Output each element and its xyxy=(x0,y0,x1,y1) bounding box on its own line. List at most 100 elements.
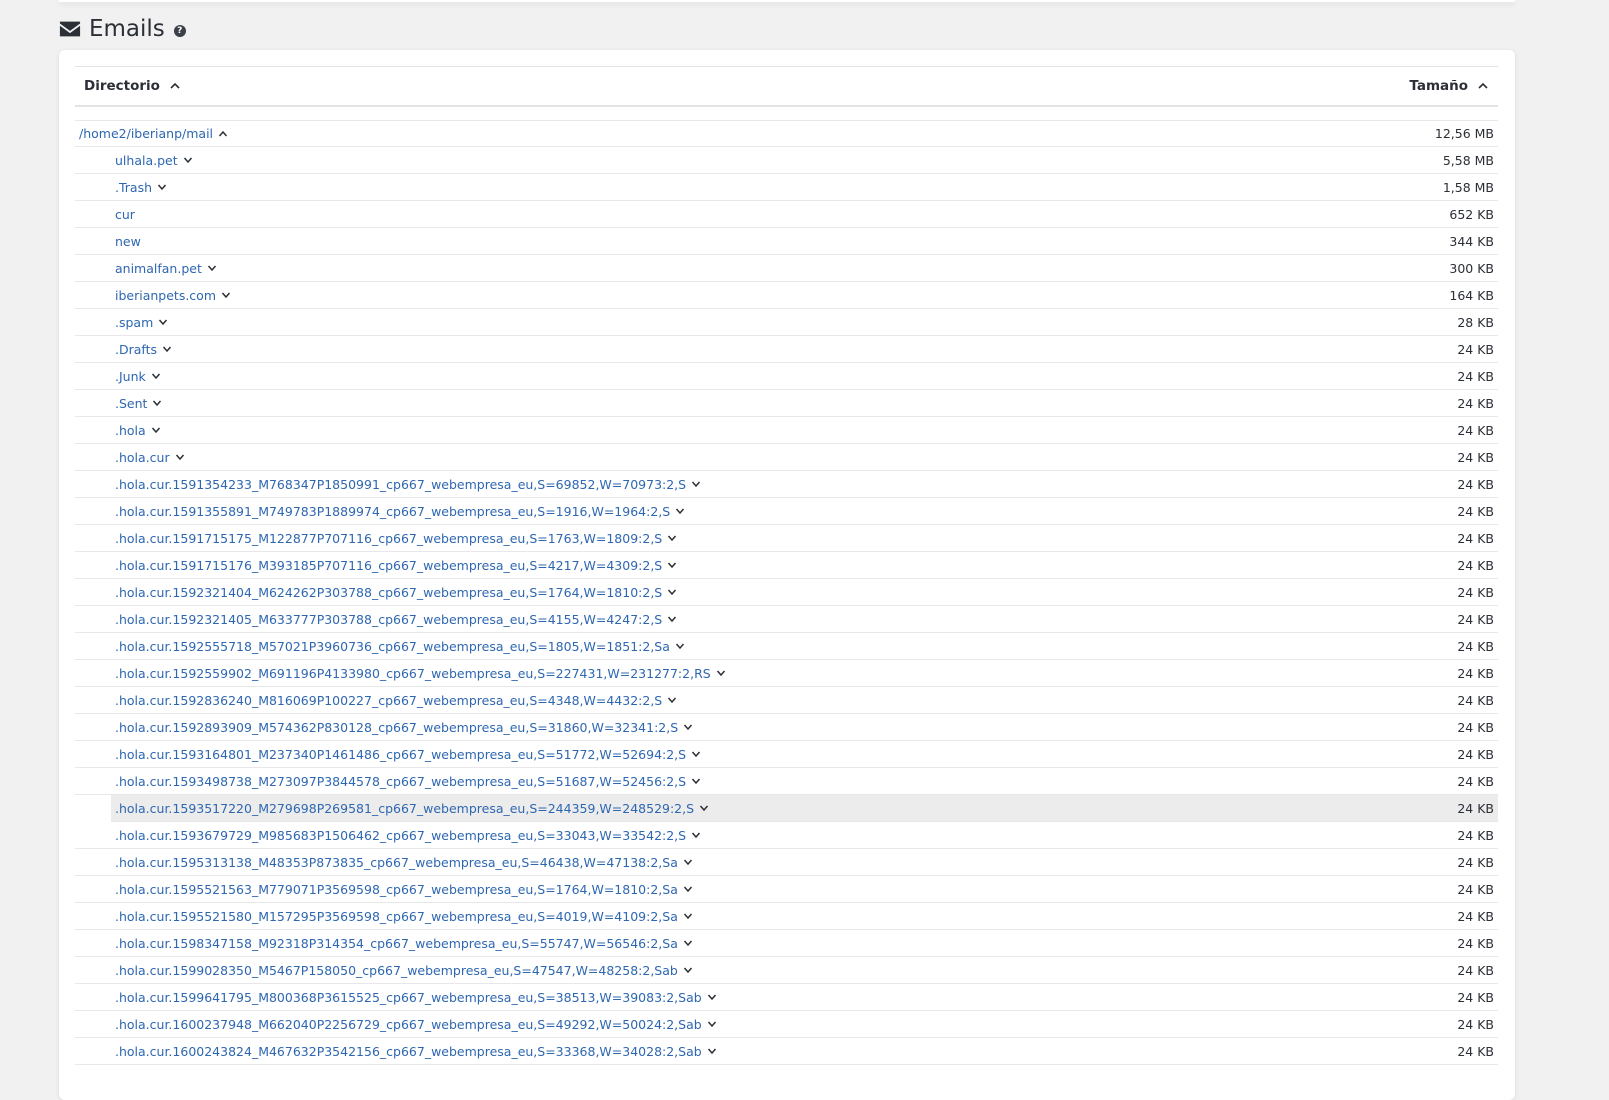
directory-name: .hola.cur.1592559902_M691196P4133980_cp6… xyxy=(115,665,711,681)
directory-name: .hola.cur.1592321404_M624262P303788_cp66… xyxy=(115,584,663,600)
directory-link[interactable]: .hola.cur.1595521563_M779071P3569598_cp6… xyxy=(115,882,693,897)
size-value: 24 KB xyxy=(1457,476,1494,492)
directory-link[interactable]: animalfan.pet xyxy=(115,261,217,276)
directory-name: .hola.cur.1591715176_M393185P707116_cp66… xyxy=(115,557,663,573)
table-row: .hola 24 KB xyxy=(75,417,1498,444)
chevron-down-icon[interactable] xyxy=(667,614,677,624)
directory-name: .hola.cur.1599028350_M5467P158050_cp667_… xyxy=(115,962,678,978)
directory-link[interactable]: .Trash xyxy=(115,180,167,195)
directory-link[interactable]: .hola.cur.1592321404_M624262P303788_cp66… xyxy=(115,585,677,600)
directory-link[interactable]: iberianpets.com xyxy=(115,288,231,303)
chevron-down-icon[interactable] xyxy=(675,506,685,516)
chevron-down-icon[interactable] xyxy=(707,1046,717,1056)
directory-link[interactable]: .hola.cur.1599028350_M5467P158050_cp667_… xyxy=(115,963,693,978)
chevron-down-icon[interactable] xyxy=(683,722,693,732)
chevron-up-icon[interactable] xyxy=(218,129,228,139)
chevron-down-icon[interactable] xyxy=(175,452,185,462)
chevron-down-icon[interactable] xyxy=(675,641,685,651)
directory-link[interactable]: .hola.cur.1593498738_M273097P3844578_cp6… xyxy=(115,774,701,789)
chevron-down-icon[interactable] xyxy=(152,398,162,408)
size-value: 24 KB xyxy=(1457,962,1494,978)
directory-link[interactable]: .hola.cur.1599641795_M800368P3615525_cp6… xyxy=(115,990,717,1005)
directory-link[interactable]: .Sent xyxy=(115,396,162,411)
directory-link[interactable]: .hola.cur.1592893909_M574362P830128_cp66… xyxy=(115,720,693,735)
directory-link[interactable]: .hola.cur.1591354233_M768347P1850991_cp6… xyxy=(115,477,701,492)
chevron-down-icon[interactable] xyxy=(707,1019,717,1029)
table-row: .hola.cur.1592893909_M574362P830128_cp66… xyxy=(75,714,1498,741)
directory-link[interactable]: .hola.cur.1592555718_M57021P3960736_cp66… xyxy=(115,639,685,654)
directory-name: iberianpets.com xyxy=(115,287,217,303)
directory-link[interactable]: .hola xyxy=(115,423,161,438)
directory-link[interactable]: .hola.cur.1591715176_M393185P707116_cp66… xyxy=(115,558,677,573)
table-row: new 344 KB xyxy=(75,228,1498,255)
directory-link[interactable]: .hola.cur.1595313138_M48353P873835_cp667… xyxy=(115,855,693,870)
size-value: 24 KB xyxy=(1457,908,1494,924)
table-row: .hola.cur.1595521580_M157295P3569598_cp6… xyxy=(75,903,1498,930)
chevron-down-icon[interactable] xyxy=(683,884,693,894)
size-value: 24 KB xyxy=(1457,449,1494,465)
chevron-down-icon[interactable] xyxy=(716,668,726,678)
directory-link[interactable]: .hola.cur.1593679729_M985683P1506462_cp6… xyxy=(115,828,701,843)
chevron-down-icon[interactable] xyxy=(691,776,701,786)
size-value: 5,58 MB xyxy=(1442,152,1494,168)
directory-name: .hola.cur.1591354233_M768347P1850991_cp6… xyxy=(115,476,687,492)
size-value: 24 KB xyxy=(1457,422,1494,438)
directory-link[interactable]: /home2/iberianp/mail xyxy=(79,126,228,141)
directory-link[interactable]: .hola.cur.1592321405_M633777P303788_cp66… xyxy=(115,612,677,627)
chevron-down-icon[interactable] xyxy=(691,479,701,489)
size-value: 24 KB xyxy=(1457,395,1494,411)
directory-header[interactable]: Directorio xyxy=(75,78,181,94)
directory-name: .Trash xyxy=(115,179,153,195)
chevron-down-icon[interactable] xyxy=(691,749,701,759)
chevron-down-icon[interactable] xyxy=(707,992,717,1002)
directory-link[interactable]: .hola.cur.1598347158_M92318P314354_cp667… xyxy=(115,936,693,951)
chevron-down-icon[interactable] xyxy=(683,938,693,948)
table-row: .hola.cur.1592836240_M816069P100227_cp66… xyxy=(75,687,1498,714)
size-value: 24 KB xyxy=(1457,827,1494,843)
chevron-down-icon[interactable] xyxy=(683,911,693,921)
size-header[interactable]: Tamaño xyxy=(1409,78,1498,94)
directory-link[interactable]: .hola.cur.1593517220_M279698P269581_cp66… xyxy=(115,801,709,816)
directory-link[interactable]: .spam xyxy=(115,315,168,330)
directory-link[interactable]: .Junk xyxy=(115,369,161,384)
chevron-down-icon[interactable] xyxy=(158,317,168,327)
directory-link[interactable]: .hola.cur.1600237948_M662040P2256729_cp6… xyxy=(115,1017,717,1032)
chevron-down-icon[interactable] xyxy=(151,425,161,435)
chevron-down-icon[interactable] xyxy=(667,533,677,543)
directory-link[interactable]: .hola.cur.1592559902_M691196P4133980_cp6… xyxy=(115,666,726,681)
chevron-down-icon[interactable] xyxy=(207,263,217,273)
chevron-down-icon[interactable] xyxy=(183,155,193,165)
chevron-down-icon[interactable] xyxy=(683,857,693,867)
chevron-down-icon[interactable] xyxy=(221,290,231,300)
chevron-down-icon[interactable] xyxy=(151,371,161,381)
directory-link[interactable]: .hola.cur.1593164801_M237340P1461486_cp6… xyxy=(115,747,701,762)
directory-name: .hola.cur xyxy=(115,449,170,465)
directory-link[interactable]: .hola.cur.1600243824_M467632P3542156_cp6… xyxy=(115,1044,717,1059)
directory-link[interactable]: ulhala.pet xyxy=(115,153,193,168)
chevron-down-icon[interactable] xyxy=(667,695,677,705)
directory-name: new xyxy=(115,233,141,249)
directory-link[interactable]: cur xyxy=(115,207,135,222)
chevron-down-icon[interactable] xyxy=(683,965,693,975)
size-value: 24 KB xyxy=(1457,638,1494,654)
table-row: .hola.cur.1593164801_M237340P1461486_cp6… xyxy=(75,741,1498,768)
chevron-down-icon[interactable] xyxy=(691,830,701,840)
question-circle-icon[interactable]: ? xyxy=(173,24,186,37)
table-row: animalfan.pet 300 KB xyxy=(75,255,1498,282)
directory-name: .hola.cur.1591715175_M122877P707116_cp66… xyxy=(115,530,663,546)
table-row: .hola.cur.1600237948_M662040P2256729_cp6… xyxy=(75,1011,1498,1038)
size-value: 12,56 MB xyxy=(1434,126,1494,141)
directory-link[interactable]: .Drafts xyxy=(115,342,172,357)
chevron-down-icon[interactable] xyxy=(157,182,167,192)
directory-link[interactable]: new xyxy=(115,234,141,249)
directory-link[interactable]: .hola.cur.1591715175_M122877P707116_cp66… xyxy=(115,531,677,546)
chevron-down-icon[interactable] xyxy=(667,587,677,597)
chevron-down-icon[interactable] xyxy=(667,560,677,570)
directory-link[interactable]: .hola.cur.1591355891_M749783P1889974_cp6… xyxy=(115,504,685,519)
directory-link[interactable]: .hola.cur.1595521580_M157295P3569598_cp6… xyxy=(115,909,693,924)
directory-link[interactable]: .hola.cur.1592836240_M816069P100227_cp66… xyxy=(115,693,677,708)
envelope-icon xyxy=(59,21,81,37)
chevron-down-icon[interactable] xyxy=(162,344,172,354)
directory-link[interactable]: .hola.cur xyxy=(115,450,185,465)
chevron-down-icon[interactable] xyxy=(699,803,709,813)
